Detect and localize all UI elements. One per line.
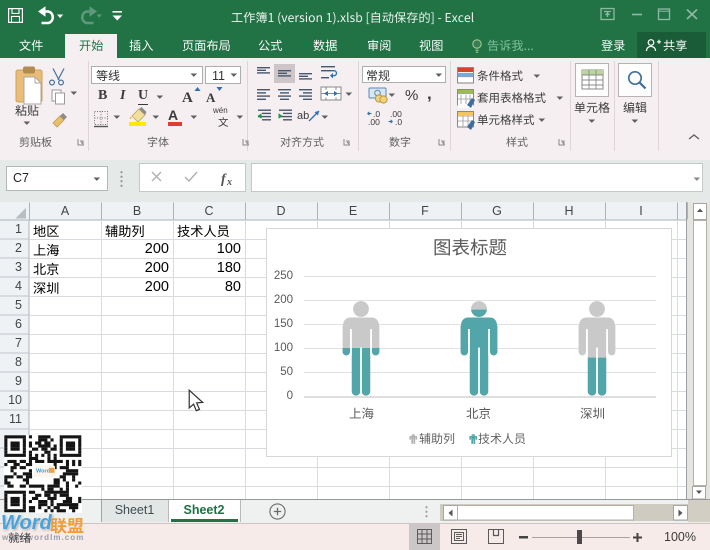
svg-text:x: x xyxy=(226,177,232,188)
svg-text:ab: ab xyxy=(297,110,309,122)
svg-text:Word: Word xyxy=(36,469,50,475)
svg-text:%: % xyxy=(405,87,418,104)
svg-text:A: A xyxy=(168,107,178,123)
svg-text:A: A xyxy=(182,90,193,106)
svg-text:.00: .00 xyxy=(368,117,380,127)
svg-text:.0: .0 xyxy=(395,117,402,127)
svg-text:A: A xyxy=(206,90,216,105)
svg-text:,: , xyxy=(427,86,432,103)
